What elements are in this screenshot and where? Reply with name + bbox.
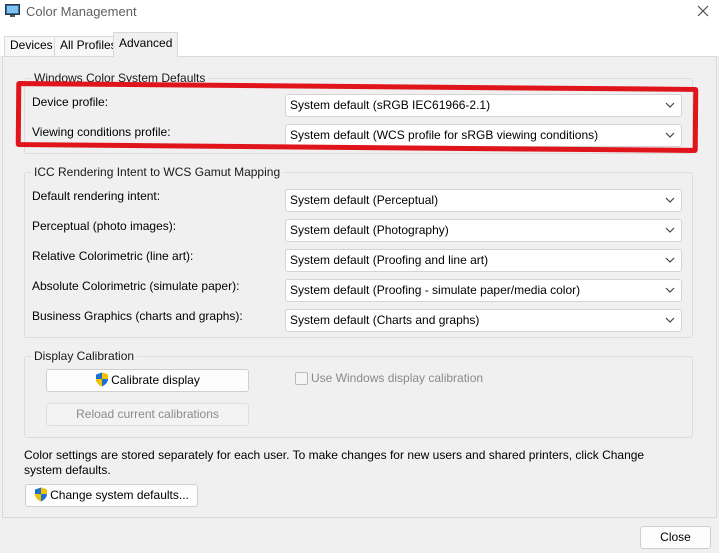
default-intent-label: Default rendering intent: [32, 189, 161, 203]
monitor-icon [5, 4, 20, 17]
uac-shield-icon [96, 372, 109, 387]
tab-devices[interactable]: Devices [4, 36, 59, 56]
absolute-colorimetric-select[interactable]: System default (Proofing - simulate pape… [285, 279, 682, 302]
business-graphics-select[interactable]: System default (Charts and graphs) [285, 309, 682, 332]
title-bar: Color Management [0, 0, 719, 26]
use-windows-calibration-checkbox[interactable] [295, 372, 308, 385]
tab-advanced[interactable]: Advanced [113, 32, 179, 57]
use-windows-calibration-label: Use Windows display calibration [311, 371, 484, 385]
perceptual-select[interactable]: System default (Photography) [285, 219, 682, 242]
perceptual-label: Perceptual (photo images): [32, 219, 177, 233]
chevron-down-icon [665, 257, 675, 263]
viewing-conditions-value: System default (WCS profile for sRGB vie… [290, 128, 599, 142]
close-icon[interactable] [695, 3, 711, 19]
chevron-down-icon [665, 197, 675, 203]
viewing-conditions-select[interactable]: System default (WCS profile for sRGB vie… [285, 124, 682, 147]
absolute-colorimetric-value: System default (Proofing - simulate pape… [290, 283, 581, 297]
perceptual-value: System default (Photography) [290, 223, 449, 237]
chevron-down-icon [665, 132, 675, 138]
device-profile-value: System default (sRGB IEC61966-2.1) [290, 98, 491, 112]
calibrate-display-button[interactable]: Calibrate display [46, 369, 249, 392]
absolute-colorimetric-label: Absolute Colorimetric (simulate paper): [32, 279, 240, 293]
icc-mapping-legend: ICC Rendering Intent to WCS Gamut Mappin… [31, 165, 284, 179]
chevron-down-icon [665, 317, 675, 323]
relative-colorimetric-value: System default (Proofing and line art) [290, 253, 489, 267]
close-button[interactable]: Close [640, 526, 711, 549]
settings-note: Color settings are stored separately for… [24, 448, 645, 477]
wcs-defaults-legend: Windows Color System Defaults [31, 71, 209, 85]
chevron-down-icon [665, 227, 675, 233]
change-system-defaults-button[interactable]: Change system defaults... [25, 484, 198, 507]
business-graphics-value: System default (Charts and graphs) [290, 313, 480, 327]
reload-calibrations-label: Reload current calibrations [76, 407, 219, 421]
display-calibration-legend: Display Calibration [31, 349, 138, 363]
device-profile-label: Device profile: [32, 95, 109, 109]
viewing-conditions-label: Viewing conditions profile: [32, 125, 171, 139]
calibrate-display-label: Calibrate display [111, 373, 200, 387]
change-system-defaults-label: Change system defaults... [50, 488, 189, 502]
relative-colorimetric-label: Relative Colorimetric (line art): [32, 249, 194, 263]
default-intent-value: System default (Perceptual) [290, 193, 439, 207]
chevron-down-icon [665, 287, 675, 293]
chevron-down-icon [665, 102, 675, 108]
device-profile-select[interactable]: System default (sRGB IEC61966-2.1) [285, 94, 682, 117]
window-title: Color Management [26, 4, 137, 19]
reload-calibrations-button[interactable]: Reload current calibrations [46, 403, 249, 426]
close-button-label: Close [660, 530, 691, 544]
default-intent-select[interactable]: System default (Perceptual) [285, 189, 682, 212]
business-graphics-label: Business Graphics (charts and graphs): [32, 309, 243, 323]
uac-shield-icon [35, 487, 48, 502]
relative-colorimetric-select[interactable]: System default (Proofing and line art) [285, 249, 682, 272]
